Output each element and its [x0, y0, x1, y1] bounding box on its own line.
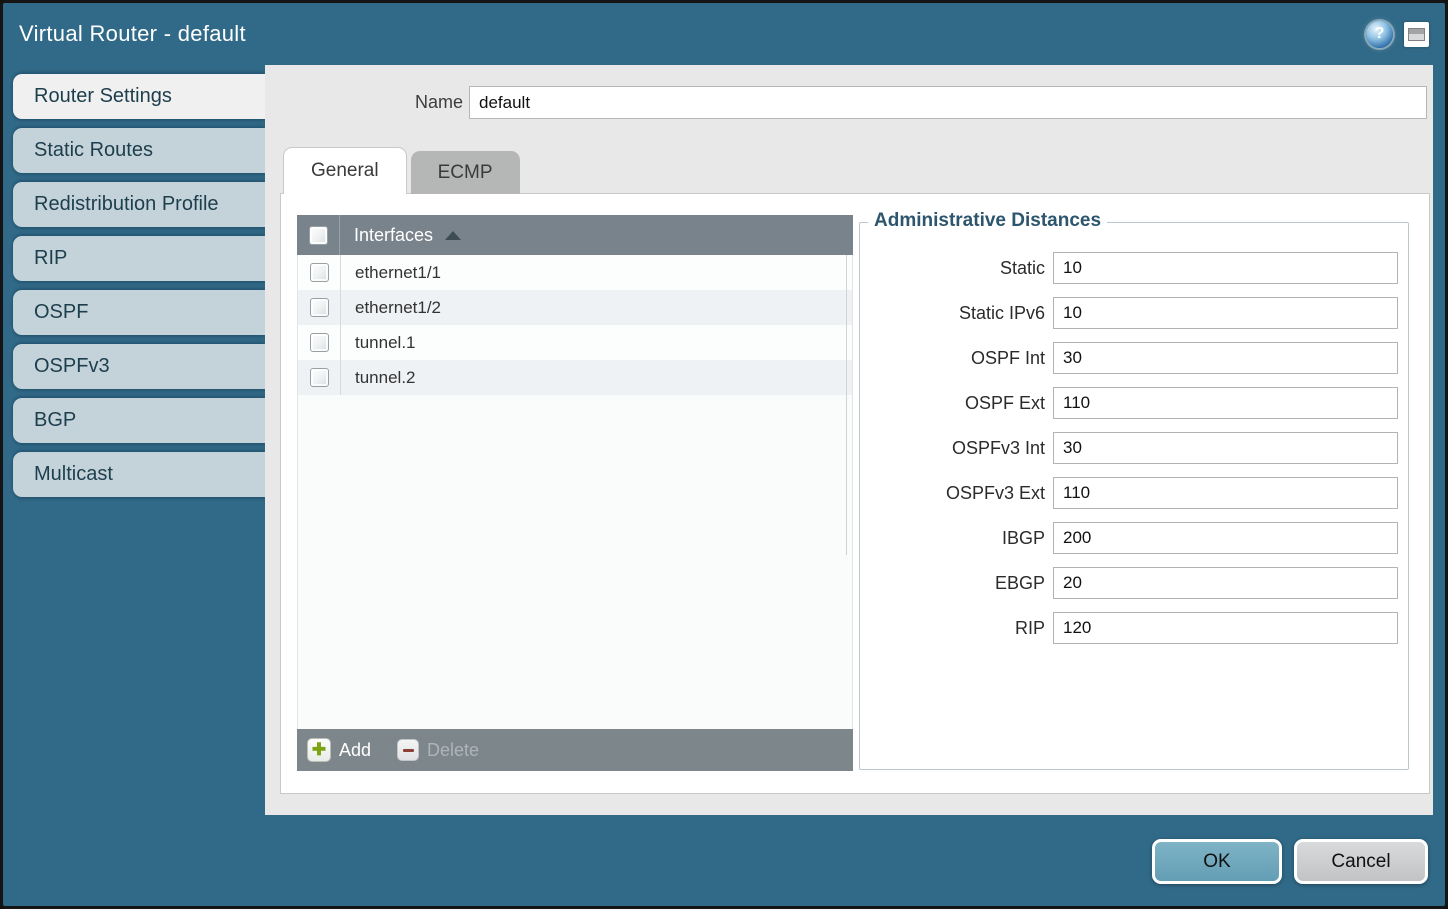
admin-row-ebgp: EBGP [860, 566, 1408, 600]
static-input[interactable] [1053, 252, 1398, 284]
static-label: Static [860, 258, 1045, 279]
static-ipv6-label: Static IPv6 [860, 303, 1045, 324]
minus-icon [397, 739, 419, 761]
admin-row-static-ipv6: Static IPv6 [860, 296, 1408, 330]
sidebar-item-multicast[interactable]: Multicast [13, 452, 265, 497]
minus-bar [403, 749, 414, 752]
admin-distance-rows: Static Static IPv6 OSPF Int OSPF Ext [860, 223, 1408, 645]
ok-button[interactable]: OK [1152, 839, 1282, 884]
admin-row-ospfv3-ext: OSPFv3 Ext [860, 476, 1408, 510]
row-checkbox-cell [298, 325, 341, 360]
ospfv3-ext-input[interactable] [1053, 477, 1398, 509]
delete-button-label: Delete [427, 740, 479, 761]
sidebar-item-label: Router Settings [34, 85, 172, 108]
header-checkbox-cell [297, 215, 340, 255]
plus-icon: ✚ [307, 738, 331, 762]
ebgp-label: EBGP [860, 573, 1045, 594]
row-checkbox[interactable] [310, 368, 329, 387]
name-input[interactable] [469, 86, 1427, 119]
row-checkbox-cell [298, 290, 341, 325]
administrative-distances-fieldset: Administrative Distances Static Static I… [859, 222, 1409, 770]
admin-row-ospfv3-int: OSPFv3 Int [860, 431, 1408, 465]
admin-row-ospf-ext: OSPF Ext [860, 386, 1408, 420]
static-ipv6-input[interactable] [1053, 297, 1398, 329]
add-button-label: Add [339, 740, 371, 761]
window-pane-glyph [1408, 28, 1425, 41]
delete-button[interactable]: Delete [397, 739, 479, 761]
sidebar-item-router-settings[interactable]: Router Settings [13, 74, 265, 119]
fieldset-legend: Administrative Distances [868, 210, 1107, 232]
table-row[interactable]: tunnel.1 [298, 325, 852, 360]
interfaces-table: Interfaces ethernet1/1 ethernet [297, 215, 853, 771]
title-bar: Virtual Router - default ? [3, 3, 1445, 65]
sidebar-item-label: OSPFv3 [34, 355, 110, 378]
ebgp-input[interactable] [1053, 567, 1398, 599]
admin-row-ibgp: IBGP [860, 521, 1408, 555]
admin-row-ospf-int: OSPF Int [860, 341, 1408, 375]
help-icon[interactable]: ? [1366, 21, 1393, 48]
sidebar-item-bgp[interactable]: BGP [13, 398, 265, 443]
interfaces-table-header[interactable]: Interfaces [297, 215, 853, 255]
interfaces-column-header[interactable]: Interfaces [340, 225, 433, 246]
admin-row-static: Static [860, 251, 1408, 285]
ospfv3-int-label: OSPFv3 Int [860, 438, 1045, 459]
sidebar: Router Settings Static Routes Redistribu… [3, 65, 265, 906]
sidebar-item-label: BGP [34, 409, 76, 432]
cancel-button[interactable]: Cancel [1294, 839, 1428, 884]
dialog-actions: OK Cancel [1152, 839, 1428, 884]
ospfv3-ext-label: OSPFv3 Ext [860, 483, 1045, 504]
table-row[interactable]: tunnel.2 [298, 360, 852, 395]
ospfv3-int-input[interactable] [1053, 432, 1398, 464]
tab-strip: GeneralECMP [283, 147, 524, 194]
sidebar-item-label: Redistribution Profile [34, 193, 219, 216]
sidebar-item-static-routes[interactable]: Static Routes [13, 128, 265, 173]
virtual-router-dialog: Virtual Router - default ? Router Settin… [0, 0, 1448, 909]
ospf-int-input[interactable] [1053, 342, 1398, 374]
interfaces-table-body: ethernet1/1 ethernet1/2 tunnel.1 [297, 255, 853, 729]
ospf-ext-label: OSPF Ext [860, 393, 1045, 414]
sidebar-item-rip[interactable]: RIP [13, 236, 265, 281]
row-checkbox[interactable] [310, 263, 329, 282]
sidebar-item-label: Static Routes [34, 139, 153, 162]
row-checkbox-cell [298, 360, 341, 395]
content-area: Name GeneralECMP Interfaces [265, 65, 1433, 815]
ospf-int-label: OSPF Int [860, 348, 1045, 369]
interface-name: tunnel.2 [341, 368, 416, 388]
rip-input[interactable] [1053, 612, 1398, 644]
name-field-label: Name [265, 92, 463, 113]
select-all-checkbox[interactable] [309, 226, 328, 245]
row-checkbox-cell [298, 255, 341, 290]
sidebar-item-label: RIP [34, 247, 67, 270]
general-tab-panel: Interfaces ethernet1/1 ethernet [280, 193, 1430, 794]
sidebar-item-label: OSPF [34, 301, 88, 324]
rip-label: RIP [860, 618, 1045, 639]
interface-name: ethernet1/2 [341, 298, 441, 318]
admin-row-rip: RIP [860, 611, 1408, 645]
sidebar-item-redistribution-profile[interactable]: Redistribution Profile [13, 182, 265, 227]
tab-general[interactable]: General [283, 147, 407, 194]
ibgp-label: IBGP [860, 528, 1045, 549]
sort-ascending-icon[interactable] [445, 231, 461, 240]
table-row[interactable]: ethernet1/1 [298, 255, 852, 290]
add-button[interactable]: ✚ Add [307, 738, 371, 762]
interfaces-table-footer: ✚ Add Delete [297, 729, 853, 771]
interface-name: tunnel.1 [341, 333, 416, 353]
table-scrollbar[interactable] [846, 255, 847, 555]
dialog-title: Virtual Router - default [19, 21, 1366, 47]
window-restore-icon[interactable] [1404, 22, 1429, 47]
row-checkbox[interactable] [310, 333, 329, 352]
sidebar-item-ospf[interactable]: OSPF [13, 290, 265, 335]
sidebar-item-ospfv3[interactable]: OSPFv3 [13, 344, 265, 389]
row-checkbox[interactable] [310, 298, 329, 317]
sidebar-item-label: Multicast [34, 463, 113, 486]
ospf-ext-input[interactable] [1053, 387, 1398, 419]
interface-name: ethernet1/1 [341, 263, 441, 283]
table-row[interactable]: ethernet1/2 [298, 290, 852, 325]
ibgp-input[interactable] [1053, 522, 1398, 554]
tab-ecmp[interactable]: ECMP [411, 151, 520, 194]
